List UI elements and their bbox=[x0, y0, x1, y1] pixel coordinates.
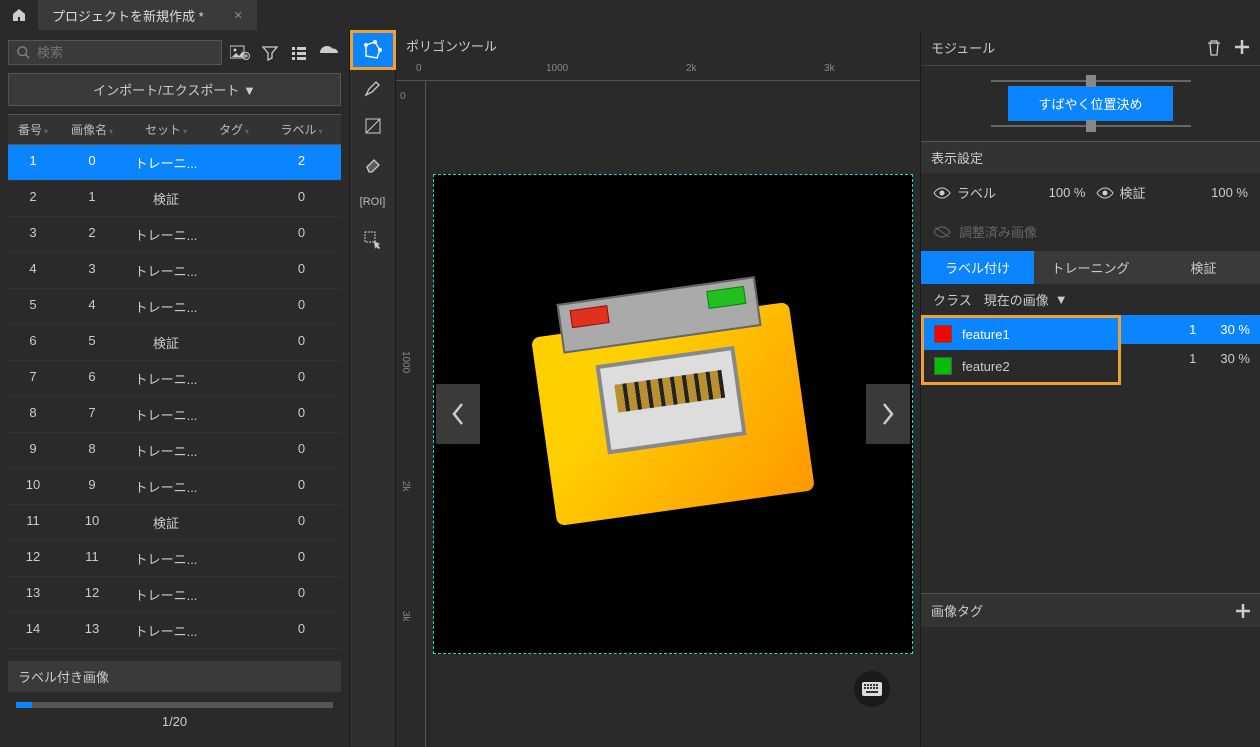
tab-title: プロジェクトを新規作成 * bbox=[52, 6, 204, 25]
green-led-region bbox=[706, 286, 746, 309]
add-module-button[interactable] bbox=[1234, 39, 1250, 57]
image-settings-icon[interactable] bbox=[228, 41, 252, 65]
module-slider[interactable] bbox=[991, 80, 1191, 82]
color-swatch bbox=[934, 325, 952, 343]
home-icon bbox=[11, 7, 27, 23]
ruler-vertical: 0 1000 2k 3k bbox=[396, 81, 426, 747]
canvas[interactable] bbox=[426, 81, 920, 747]
feature-stats: 130 % bbox=[1121, 344, 1260, 373]
search-input-wrap[interactable] bbox=[8, 40, 222, 65]
keyboard-shortcuts-button[interactable] bbox=[854, 671, 890, 707]
next-image-button[interactable] bbox=[866, 384, 910, 444]
adjusted-image-text: 調整済み画像 bbox=[959, 222, 1037, 241]
table-header: 番号▾ 画像名▾ セット▾ タグ▾ ラベル▾ bbox=[8, 114, 341, 145]
table-row[interactable]: 32トレーニ...0 bbox=[8, 217, 341, 253]
add-tag-button[interactable] bbox=[1236, 604, 1250, 618]
table-row[interactable]: 21検証0 bbox=[8, 181, 341, 217]
trash-icon bbox=[1206, 39, 1222, 57]
color-swatch bbox=[934, 357, 952, 375]
image-viewport bbox=[433, 174, 913, 654]
brush-tool[interactable] bbox=[352, 70, 394, 106]
validation-text: 検証 bbox=[1120, 183, 1146, 202]
table-row[interactable]: 1413トレーニ...0 bbox=[8, 613, 341, 649]
validation-pct: 100 % bbox=[1211, 185, 1248, 200]
quick-position-button[interactable]: すばやく位置決め bbox=[1008, 86, 1172, 121]
plus-icon bbox=[1236, 604, 1250, 618]
table-row[interactable]: 1312トレーニ...0 bbox=[8, 577, 341, 613]
compare-icon[interactable] bbox=[317, 41, 341, 65]
col-label[interactable]: ラベル▾ bbox=[262, 115, 341, 144]
class-dropdown[interactable]: 現在の画像 ▼ bbox=[984, 290, 1068, 309]
table-row[interactable]: 1514トレーニ...0 bbox=[8, 649, 341, 655]
canvas-title: ポリゴンツール bbox=[396, 30, 920, 61]
col-set[interactable]: セット▾ bbox=[126, 115, 206, 144]
tab-labeling[interactable]: ラベル付け bbox=[921, 251, 1034, 284]
list-view-icon[interactable] bbox=[288, 41, 312, 65]
home-button[interactable] bbox=[0, 0, 38, 30]
tab-validation[interactable]: 検証 bbox=[1147, 251, 1260, 284]
table-row[interactable]: 98トレーニ...0 bbox=[8, 433, 341, 469]
search-icon bbox=[17, 46, 31, 60]
shape-tool[interactable] bbox=[352, 108, 394, 144]
label-pct: 100 % bbox=[1049, 185, 1086, 200]
eye-off-icon bbox=[933, 226, 951, 238]
labeled-images-header: ラベル付き画像 bbox=[8, 661, 341, 692]
search-input[interactable] bbox=[37, 45, 213, 60]
label-text: ラベル bbox=[957, 183, 996, 202]
table-row[interactable]: 87トレーニ...0 bbox=[8, 397, 341, 433]
table-row[interactable]: 1110検証0 bbox=[8, 505, 341, 541]
module-slider-bottom[interactable] bbox=[991, 125, 1191, 127]
project-tab[interactable]: プロジェクトを新規作成 * ✕ bbox=[38, 0, 257, 30]
ruler-horizontal: 0 1000 2k 3k bbox=[396, 61, 920, 81]
module-header: モジュール bbox=[931, 38, 995, 57]
prev-image-button[interactable] bbox=[436, 384, 480, 444]
chevron-down-icon: ▼ bbox=[1055, 292, 1068, 307]
keyboard-icon bbox=[862, 682, 882, 696]
import-export-button[interactable]: インポート/エクスポート ▼ bbox=[8, 73, 341, 106]
delete-module-button[interactable] bbox=[1206, 39, 1222, 57]
feature-row[interactable]: feature2 bbox=[924, 350, 1118, 382]
table-row[interactable]: 54トレーニ...0 bbox=[8, 289, 341, 325]
filter-icon[interactable] bbox=[258, 41, 282, 65]
table-row[interactable]: 65検証0 bbox=[8, 325, 341, 361]
feature-row[interactable]: feature1 bbox=[924, 318, 1118, 350]
plus-icon bbox=[1234, 39, 1250, 55]
roi-tool[interactable]: [ROI] bbox=[352, 184, 394, 220]
red-led-region bbox=[570, 305, 610, 328]
table-row[interactable]: 109トレーニ...0 bbox=[8, 469, 341, 505]
label-visibility-toggle[interactable] bbox=[933, 187, 951, 199]
adjusted-image-toggle[interactable] bbox=[933, 226, 951, 238]
class-label: クラス bbox=[933, 290, 972, 309]
table-row[interactable]: 43トレーニ...0 bbox=[8, 253, 341, 289]
image-tags-header: 画像タグ bbox=[931, 601, 983, 620]
feature-name: feature1 bbox=[962, 327, 1010, 342]
col-tag[interactable]: タグ▾ bbox=[206, 115, 262, 144]
progress-text: 1/20 bbox=[16, 714, 333, 729]
connector-image bbox=[531, 302, 815, 526]
table-row[interactable]: 76トレーニ...0 bbox=[8, 361, 341, 397]
eye-icon bbox=[1096, 187, 1114, 199]
validation-visibility-toggle[interactable] bbox=[1096, 187, 1114, 199]
tab-training[interactable]: トレーニング bbox=[1034, 251, 1147, 284]
feature-stats: 130 % bbox=[1121, 315, 1260, 344]
table-row[interactable]: 1211トレーニ...0 bbox=[8, 541, 341, 577]
close-icon[interactable]: ✕ bbox=[234, 9, 243, 22]
table-row[interactable]: 10トレーニ...2 bbox=[8, 145, 341, 181]
col-name[interactable]: 画像名▾ bbox=[58, 115, 126, 144]
progress-bar bbox=[16, 702, 333, 708]
feature-name: feature2 bbox=[962, 359, 1010, 374]
eraser-tool[interactable] bbox=[352, 146, 394, 182]
eye-icon bbox=[933, 187, 951, 199]
select-tool[interactable] bbox=[352, 222, 394, 258]
col-number[interactable]: 番号▾ bbox=[8, 115, 58, 144]
display-settings-header: 表示設定 bbox=[921, 141, 1260, 173]
polygon-tool[interactable] bbox=[352, 32, 394, 68]
